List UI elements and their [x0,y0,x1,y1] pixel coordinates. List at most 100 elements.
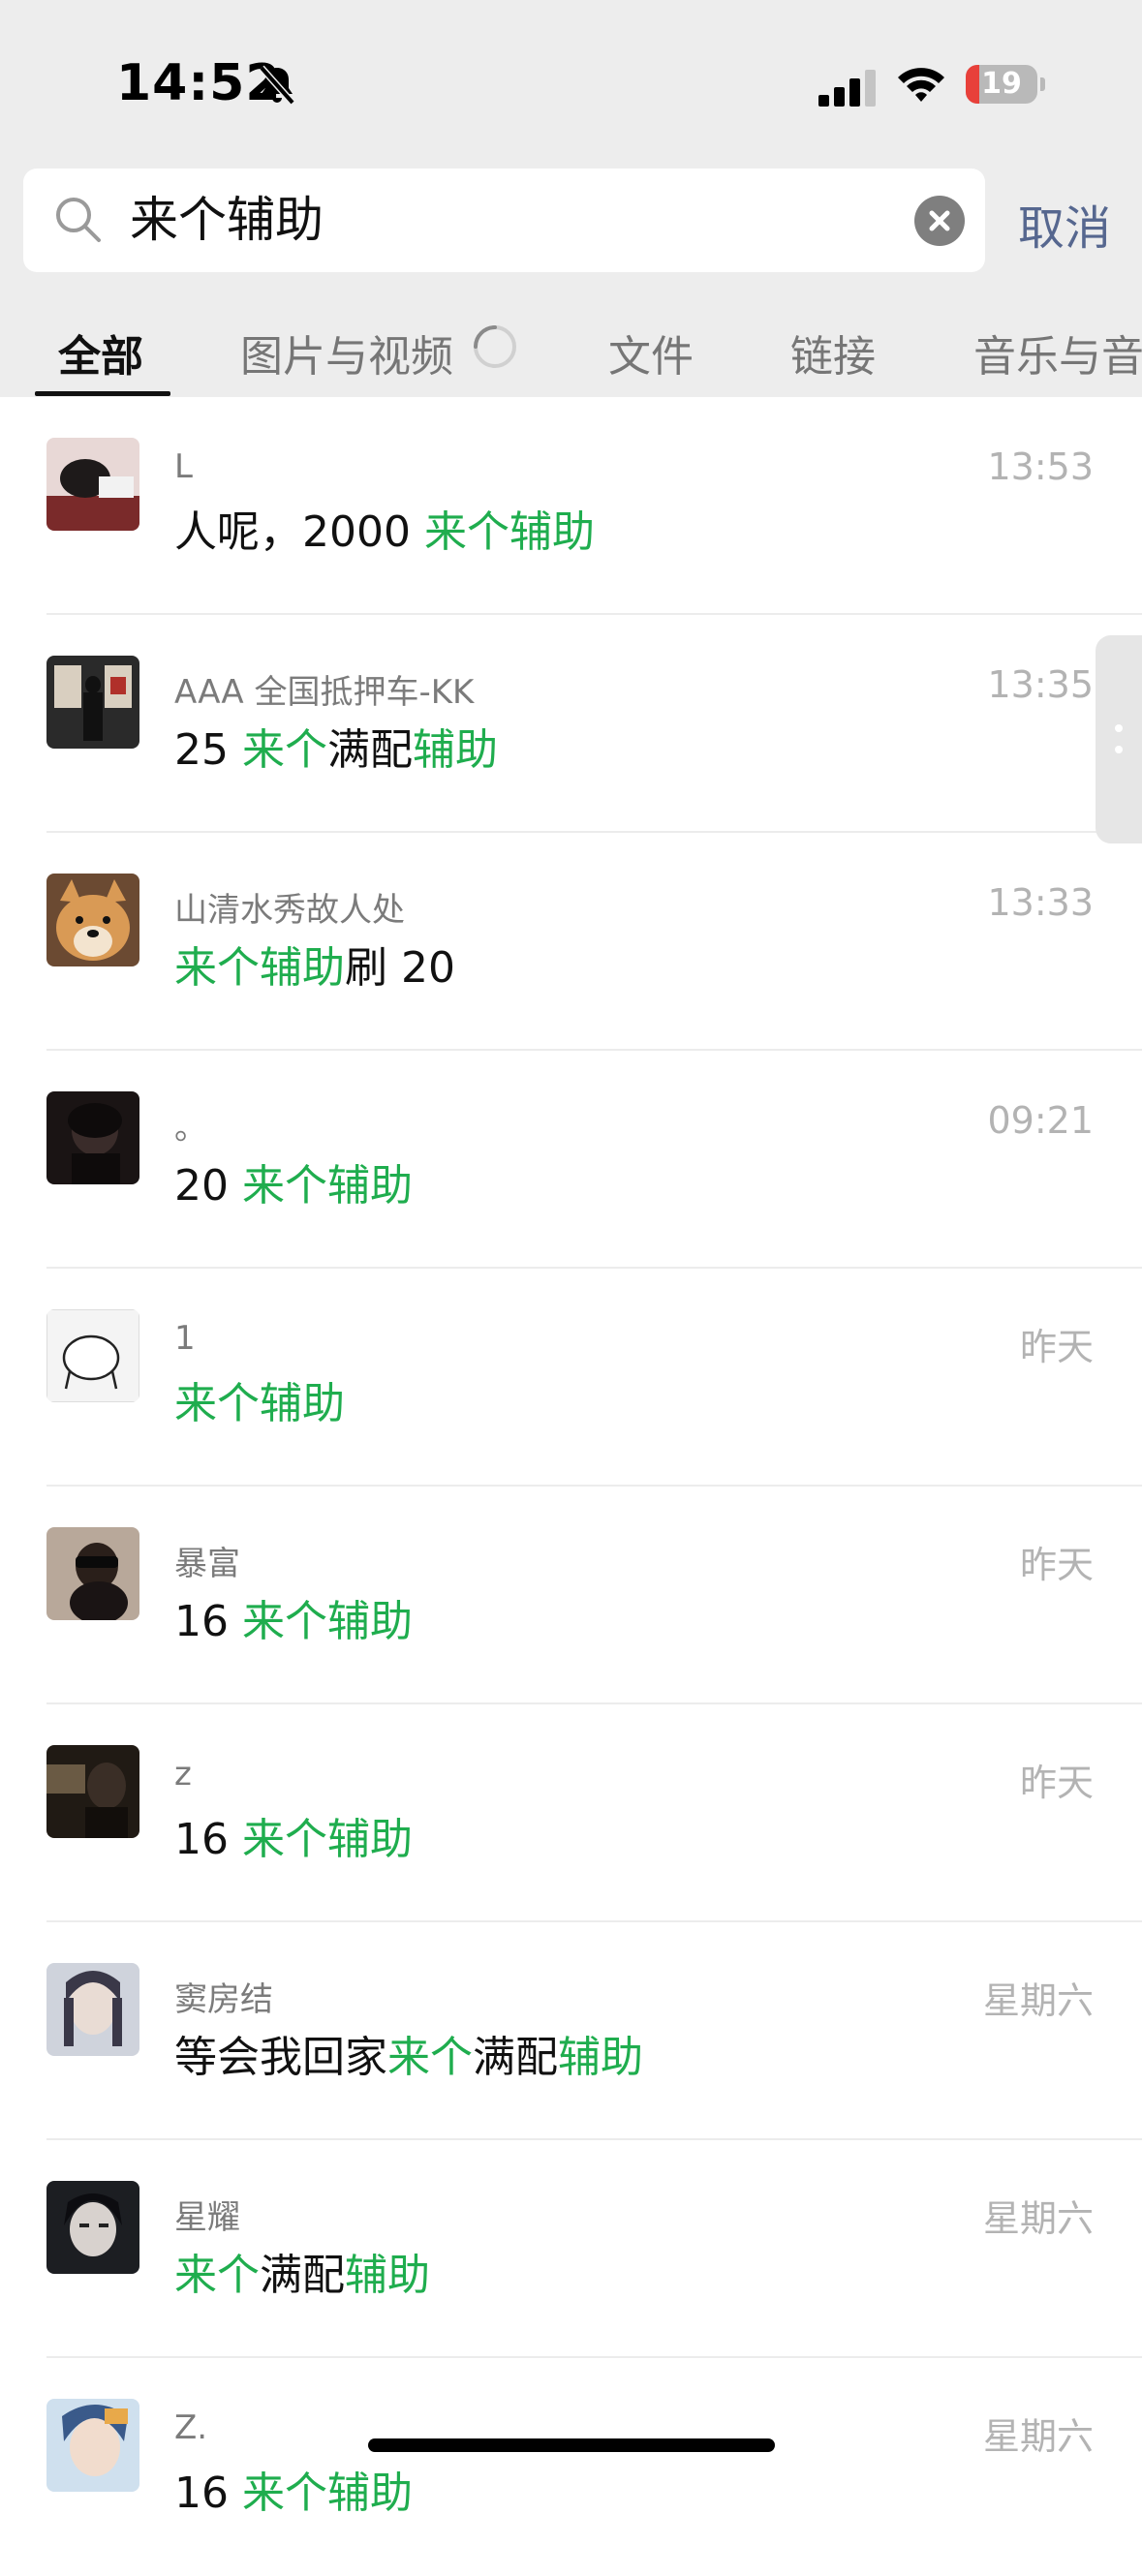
bell-muted-icon [259,65,295,106]
message-snippet: 来个满配辅助 [174,2240,430,2302]
tab-links[interactable]: 链接 [790,322,876,383]
sender-name: z [174,1755,192,1794]
loading-spinner-icon [474,325,516,368]
message-text: 满配 [326,725,413,775]
message-time: 昨天 [1019,1762,1094,1804]
highlighted-match: 来个 [174,2251,260,2300]
sender-name: 暴富 [174,1545,240,1583]
message-text: 满配 [473,2033,558,2082]
highlighted-match: 来个 [241,725,327,775]
message-time: 昨天 [1019,1326,1094,1368]
avatar [46,874,139,966]
search-icon [56,198,101,242]
message-snippet: 16 来个辅助 [174,2458,413,2520]
avatar [46,1963,139,2056]
message-time: 星期六 [982,2197,1094,2240]
message-time: 13:33 [987,881,1094,924]
result-row[interactable]: 窦房结 等会我回家来个满配辅助 星期六 [0,1922,1142,2140]
highlighted-match: 辅助 [412,725,498,775]
battery-icon: 19 [966,65,1037,104]
result-row[interactable]: 山清水秀故人处 来个辅助刷 20 13:33 [0,833,1142,1051]
highlighted-match: 来个辅助 [241,1597,413,1646]
message-snippet: 20 来个辅助 [174,1150,413,1212]
sender-name: 山清水秀故人处 [174,891,405,930]
highlighted-match: 来个辅助 [174,943,345,993]
highlighted-match: 来个辅助 [241,1815,413,1864]
sender-name: 1 [174,1319,196,1358]
message-snippet: 16 来个辅助 [174,1586,413,1648]
message-time: 13:53 [987,445,1094,488]
clear-search-button[interactable] [914,196,965,246]
result-row[interactable]: AAA 全国抵押车-KK 25 来个满配辅助 13:35 [0,615,1142,833]
message-time: 昨天 [1019,1544,1094,1586]
active-tab-underline [35,391,170,396]
message-snippet: 16 来个辅助 [174,1804,413,1866]
message-text: 25 [174,725,242,775]
message-snippet: 来个辅助 [174,1368,345,1430]
message-text: 刷 20 [345,943,455,993]
scroll-handle-dot [1115,724,1123,732]
sender-name: 。 [174,1109,207,1148]
message-snippet: 25 来个满配辅助 [174,715,498,777]
message-text: 16 [174,2469,242,2518]
tab-files[interactable]: 文件 [608,322,694,383]
result-row[interactable]: 1 来个辅助 昨天 [0,1269,1142,1487]
highlighted-match: 来个辅助 [241,1161,413,1211]
message-time: 13:35 [987,663,1094,706]
avatar [46,2399,139,2492]
highlighted-match: 辅助 [345,2251,430,2300]
battery-indicator: 19 [966,65,1045,104]
highlighted-match: 来个 [387,2033,473,2082]
sender-name: AAA 全国抵押车-KK [174,673,475,712]
scroll-handle[interactable] [1096,635,1142,843]
avatar [46,2181,139,2274]
home-indicator[interactable] [368,2438,775,2452]
message-text: 16 [174,1597,242,1646]
sender-name: 窦房结 [174,1980,273,2019]
message-snippet: 来个辅助刷 20 [174,933,455,995]
message-time: 09:21 [987,1099,1094,1142]
message-text: 20 [174,1161,242,1211]
result-row[interactable]: 。 20 来个辅助 09:21 [0,1051,1142,1269]
tab-images-videos[interactable]: 图片与视频 [240,322,453,383]
tab-music-audio[interactable]: 音乐与音 [973,322,1142,383]
avatar [46,1527,139,1620]
highlighted-match: 来个辅助 [241,2469,413,2518]
cancel-button[interactable]: 取消 [1018,190,1111,258]
tab-all[interactable]: 全部 [58,322,143,383]
sender-name: 星耀 [174,2198,240,2237]
message-text: 16 [174,1815,242,1864]
close-icon [929,210,950,231]
message-time: 星期六 [982,2415,1094,2458]
result-row[interactable]: Z. 16 来个辅助 星期六 [0,2358,1142,2576]
sender-name: L [174,447,193,486]
result-row[interactable]: 星耀 来个满配辅助 星期六 [0,2140,1142,2358]
avatar [46,438,139,531]
avatar [46,1745,139,1838]
status-bar: 14:52 19 [0,0,1142,165]
message-text: 人呢，2000 [174,507,424,557]
message-snippet: 人呢，2000 来个辅助 [174,497,595,559]
search-input[interactable] [130,169,905,272]
search-bar[interactable] [23,169,985,272]
message-time: 星期六 [982,1979,1094,2022]
result-row[interactable]: L 人呢，2000 来个辅助 13:53 [0,397,1142,615]
battery-percent: 19 [981,67,1022,101]
battery-nub [1040,77,1045,91]
scroll-handle-dot [1115,746,1123,753]
highlighted-match: 来个辅助 [423,507,595,557]
highlighted-match: 来个辅助 [174,1379,345,1428]
result-row[interactable]: 暴富 16 来个辅助 昨天 [0,1487,1142,1704]
avatar [46,1091,139,1184]
message-snippet: 等会我回家来个满配辅助 [174,2022,643,2084]
avatar [46,1309,139,1402]
category-tabs: 全部 图片与视频 文件 链接 音乐与音 [0,310,1142,397]
avatar [46,656,139,749]
message-text: 满配 [260,2251,345,2300]
cellular-signal-icon [818,70,876,107]
message-text: 等会我回家 [174,2033,387,2082]
highlighted-match: 辅助 [558,2033,643,2082]
result-row[interactable]: z 16 来个辅助 昨天 [0,1704,1142,1922]
sender-name: Z. [174,2408,208,2447]
wifi-icon [898,68,944,102]
